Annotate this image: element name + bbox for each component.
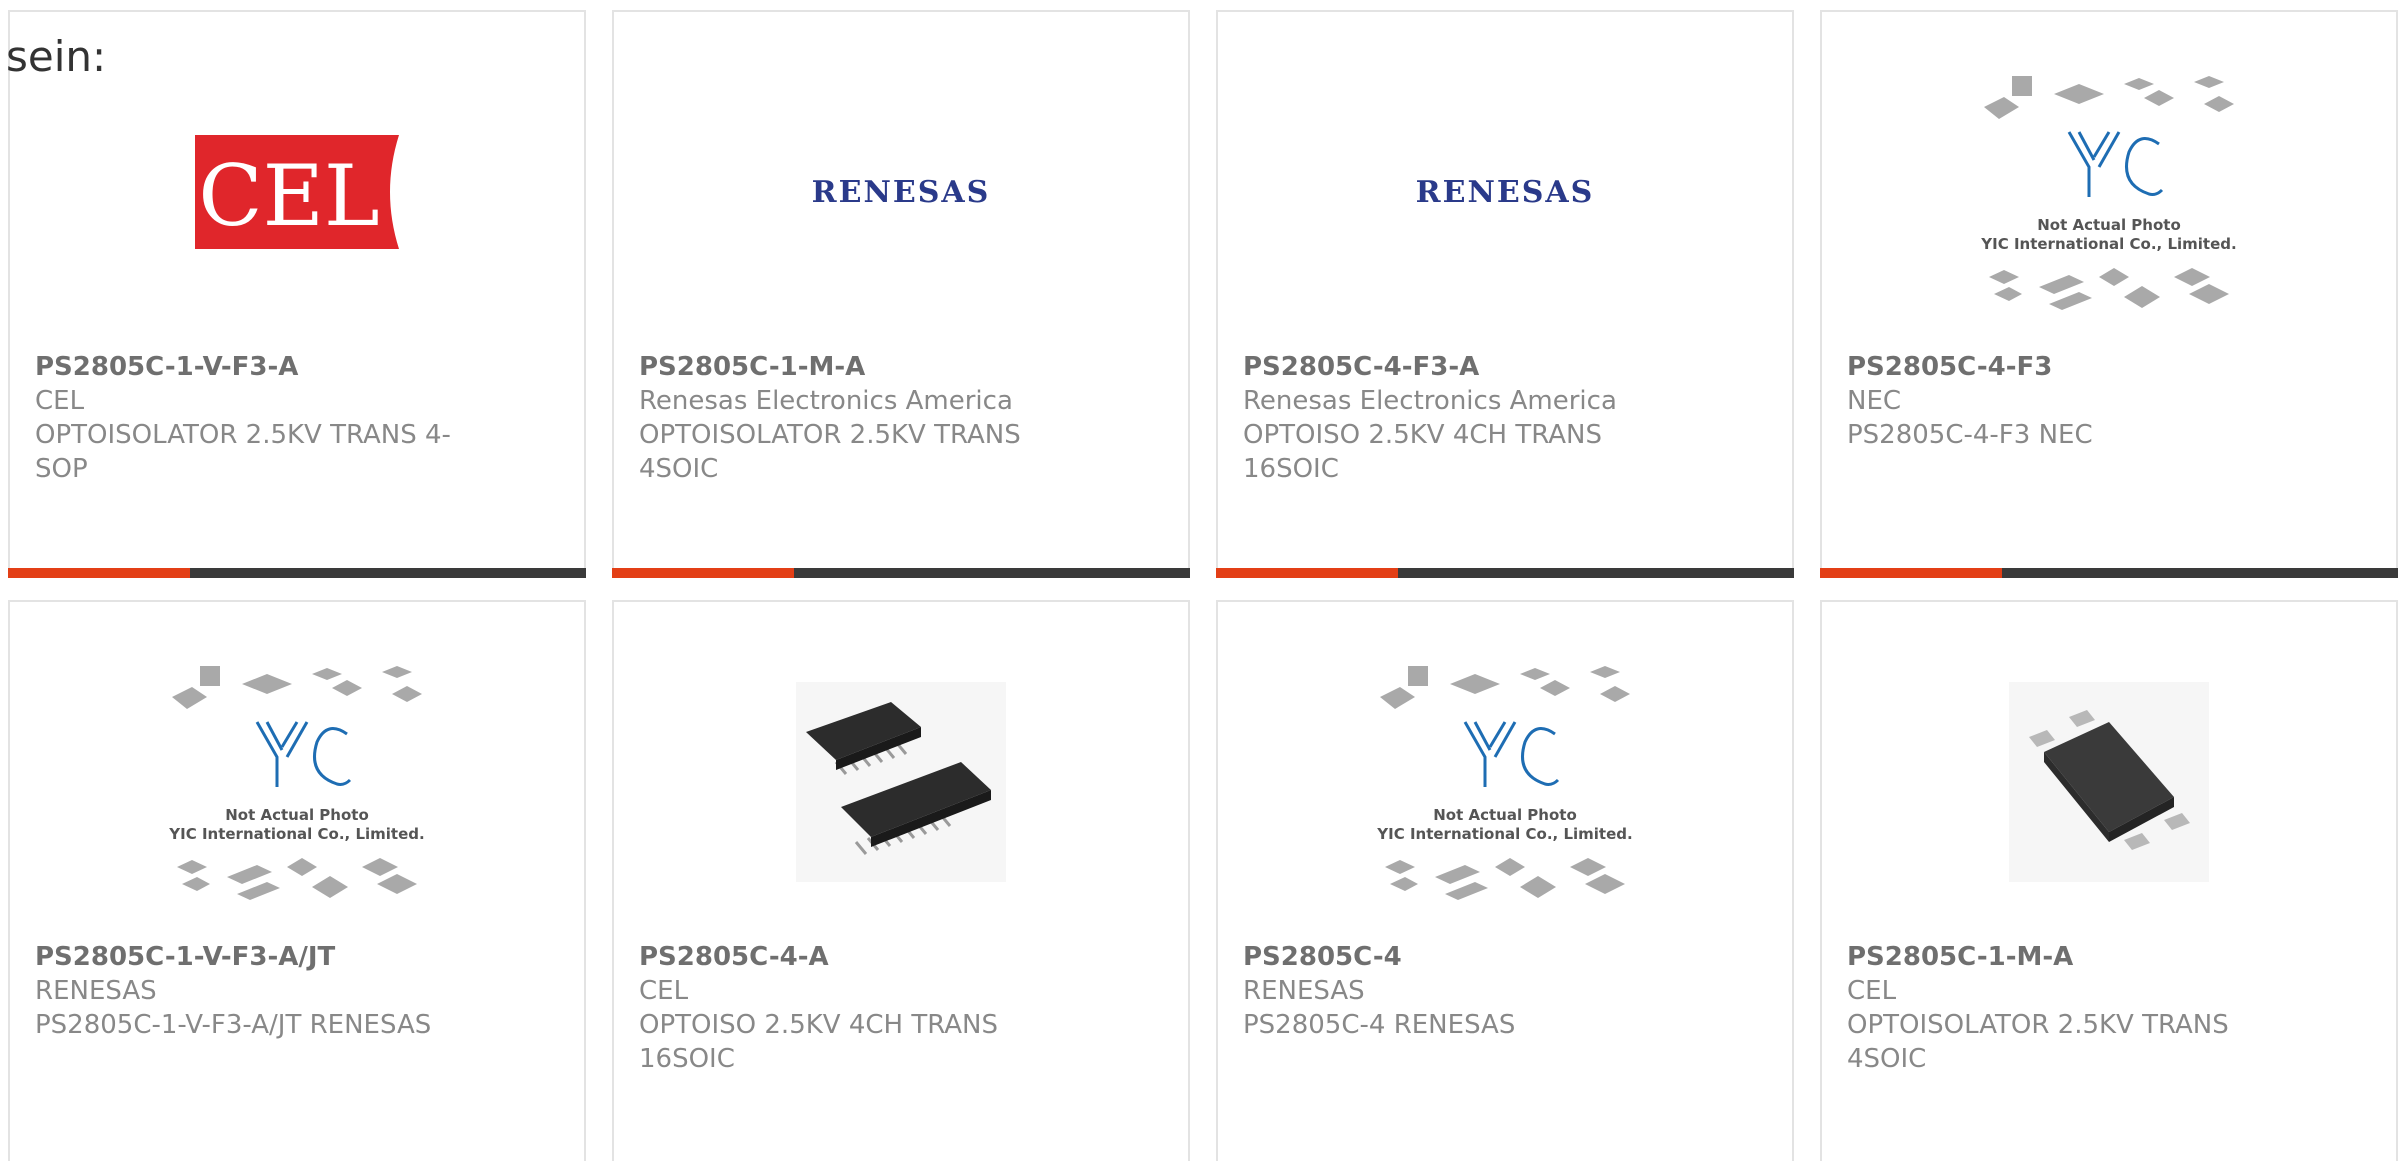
page: sein: CEL PS2805C-1-V-F3-A CEL OPTOISOLA… bbox=[0, 0, 2400, 1161]
yic-placeholder-image: Not Actual Photo YIC International Co., … bbox=[1980, 76, 2237, 310]
description: OPTOISOLATOR 2.5KV TRANS 4-SOP bbox=[35, 420, 451, 484]
manufacturer: RENESAS bbox=[35, 976, 157, 1006]
manufacturer: Renesas Electronics America bbox=[639, 386, 1013, 416]
description: PS2805C-4 RENESAS bbox=[1243, 1010, 1516, 1040]
description: OPTOISO 2.5KV 4CH TRANS 16SOIC bbox=[639, 1010, 998, 1074]
product-card[interactable]: RENESAS PS2805C-1-M-A Renesas Electronic… bbox=[612, 10, 1190, 578]
product-image[interactable]: RENESAS bbox=[1218, 67, 1792, 317]
card-bottom-bar bbox=[1820, 568, 2398, 578]
product-card[interactable]: CEL PS2805C-1-V-F3-A CEL OPTOISOLATOR 2.… bbox=[8, 10, 586, 578]
product-image[interactable]: Not Actual Photo YIC International Co., … bbox=[1218, 657, 1792, 907]
product-image[interactable]: Not Actual Photo YIC International Co., … bbox=[1822, 67, 2396, 317]
card-bar-accent bbox=[8, 568, 190, 578]
product-image[interactable] bbox=[1822, 657, 2396, 907]
description: PS2805C-1-V-F3-A/JT RENESAS bbox=[35, 1010, 432, 1040]
product-info: PS2805C-1-M-A CEL OPTOISOLATOR 2.5KV TRA… bbox=[1847, 940, 2277, 1076]
product-card[interactable]: Not Actual Photo YIC International Co., … bbox=[1820, 10, 2398, 578]
description: OPTOISOLATOR 2.5KV TRANS 4SOIC bbox=[1847, 1010, 2229, 1074]
product-card[interactable]: RENESAS PS2805C-4-F3-A Renesas Electroni… bbox=[1216, 10, 1794, 578]
manufacturer: CEL bbox=[35, 386, 85, 416]
part-number[interactable]: PS2805C-4-F3 bbox=[1847, 350, 2277, 384]
description: OPTOISOLATOR 2.5KV TRANS 4SOIC bbox=[639, 420, 1021, 484]
product-card[interactable]: PS2805C-4-A CEL OPTOISO 2.5KV 4CH TRANS … bbox=[612, 600, 1190, 1161]
part-number[interactable]: PS2805C-4-A bbox=[639, 940, 1069, 974]
svg-text:CEL: CEL bbox=[198, 147, 379, 245]
product-info: PS2805C-1-V-F3-A CEL OPTOISOLATOR 2.5KV … bbox=[35, 350, 465, 486]
product-info: PS2805C-4-F3 NEC PS2805C-4-F3 NEC bbox=[1847, 350, 2277, 452]
part-number[interactable]: PS2805C-1-M-A bbox=[1847, 940, 2277, 974]
description: OPTOISO 2.5KV 4CH TRANS 16SOIC bbox=[1243, 420, 1602, 484]
card-bottom-bar bbox=[612, 568, 1190, 578]
manufacturer: CEL bbox=[639, 976, 689, 1006]
ic-chip-photo bbox=[796, 682, 1006, 882]
product-image[interactable]: Not Actual Photo YIC International Co., … bbox=[10, 657, 584, 907]
card-bar-accent bbox=[1820, 568, 2002, 578]
svg-text:Not Actual Photo: Not Actual Photo bbox=[225, 806, 369, 824]
card-bottom-bar bbox=[8, 568, 586, 578]
manufacturer: Renesas Electronics America bbox=[1243, 386, 1617, 416]
manufacturer: NEC bbox=[1847, 386, 1902, 416]
product-image[interactable] bbox=[614, 657, 1188, 907]
product-image[interactable]: RENESAS bbox=[614, 67, 1188, 317]
renesas-logo: RENESAS bbox=[812, 175, 991, 210]
part-number[interactable]: PS2805C-1-M-A bbox=[639, 350, 1069, 384]
svg-text:Not Actual Photo: Not Actual Photo bbox=[2037, 216, 2181, 234]
product-image[interactable]: CEL bbox=[10, 67, 584, 317]
product-info: PS2805C-4 RENESAS PS2805C-4 RENESAS bbox=[1243, 940, 1673, 1042]
sop-chip-photo bbox=[2009, 682, 2209, 882]
product-info: PS2805C-4-A CEL OPTOISO 2.5KV 4CH TRANS … bbox=[639, 940, 1069, 1076]
product-info: PS2805C-1-V-F3-A/JT RENESAS PS2805C-1-V-… bbox=[35, 940, 465, 1042]
yic-placeholder-image: Not Actual Photo YIC International Co., … bbox=[168, 666, 425, 900]
product-card[interactable]: PS2805C-1-M-A CEL OPTOISOLATOR 2.5KV TRA… bbox=[1820, 600, 2398, 1161]
part-number[interactable]: PS2805C-1-V-F3-A bbox=[35, 350, 465, 384]
product-info: PS2805C-1-M-A Renesas Electronics Americ… bbox=[639, 350, 1069, 486]
svg-text:Not Actual Photo: Not Actual Photo bbox=[1433, 806, 1577, 824]
svg-text:RENESAS: RENESAS bbox=[812, 175, 991, 210]
card-bar-accent bbox=[1216, 568, 1398, 578]
renesas-logo: RENESAS bbox=[1416, 175, 1595, 210]
card-bottom-bar bbox=[1216, 568, 1794, 578]
manufacturer: CEL bbox=[1847, 976, 1897, 1006]
svg-text:YIC International Co., Limited: YIC International Co., Limited. bbox=[1376, 825, 1632, 843]
product-info: PS2805C-4-F3-A Renesas Electronics Ameri… bbox=[1243, 350, 1673, 486]
svg-text:YIC International Co., Limited: YIC International Co., Limited. bbox=[1980, 235, 2236, 253]
manufacturer: RENESAS bbox=[1243, 976, 1365, 1006]
product-card[interactable]: Not Actual Photo YIC International Co., … bbox=[8, 600, 586, 1161]
product-grid: CEL PS2805C-1-V-F3-A CEL OPTOISOLATOR 2.… bbox=[8, 10, 2400, 1161]
part-number[interactable]: PS2805C-4 bbox=[1243, 940, 1673, 974]
part-number[interactable]: PS2805C-4-F3-A bbox=[1243, 350, 1673, 384]
description: PS2805C-4-F3 NEC bbox=[1847, 420, 2093, 450]
lead-text: sein: bbox=[6, 32, 107, 81]
svg-text:YIC International Co., Limited: YIC International Co., Limited. bbox=[168, 825, 424, 843]
cel-logo: CEL bbox=[195, 135, 399, 249]
yic-placeholder-image: Not Actual Photo YIC International Co., … bbox=[1376, 666, 1633, 900]
card-bar-accent bbox=[612, 568, 794, 578]
product-card[interactable]: Not Actual Photo YIC International Co., … bbox=[1216, 600, 1794, 1161]
part-number[interactable]: PS2805C-1-V-F3-A/JT bbox=[35, 940, 465, 974]
svg-text:RENESAS: RENESAS bbox=[1416, 175, 1595, 210]
